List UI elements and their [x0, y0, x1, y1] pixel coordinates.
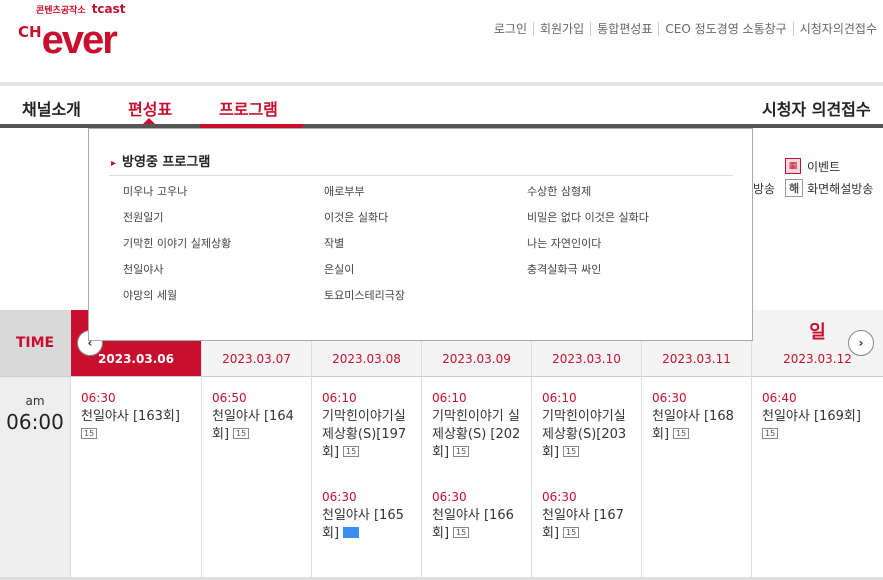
day-column: 06:40 천일야사 [169회] 15: [751, 376, 883, 580]
viewer-feedback-link[interactable]: 시청자의견접수: [792, 22, 883, 36]
age-rating-badge: 15: [81, 428, 98, 439]
next-week-button[interactable]: ›: [848, 330, 874, 356]
time-hour: 06:00: [6, 410, 64, 434]
age-rating-badge: 15: [233, 428, 250, 439]
schedule-table: TIME 2023.03.06 2023.03.07 2023.03.08 20…: [0, 310, 883, 580]
dropdown-column-1: 미우나 고우나 전원일기 기막힌 이야기 실제상황 천일야사 야망의 세월: [123, 183, 231, 313]
event-link[interactable]: ▦ 이벤트: [753, 155, 873, 177]
program-entry[interactable]: 06:30 천일야사 [166회] 15: [432, 488, 524, 543]
logo-subtitle: 콘텐츠공작소 tcast: [36, 2, 126, 16]
ceo-communication-link[interactable]: CEO 정도경영 소통창구: [658, 22, 792, 36]
integrated-schedule-link[interactable]: 통합편성표: [590, 22, 658, 36]
side-links: ▦ 이벤트 방송 해 화면해설방송: [753, 155, 873, 199]
dropdown-column-3: 수상한 삼형제 비밀은 없다 이것은 실화다 나는 자연인이다 충격실화극 싸인: [527, 183, 649, 287]
program-entry[interactable]: 06:50 천일야사 [164회] 15: [212, 389, 304, 444]
login-link[interactable]: 로그인: [488, 22, 533, 36]
age-rating-badge: 15: [563, 446, 580, 457]
broadcast-fragment: 방송: [753, 181, 776, 196]
day-column: 06:50 천일야사 [164회] 15: [201, 376, 311, 580]
day-column: 06:30 천일야사 [168회] 15: [641, 376, 751, 580]
program-entry[interactable]: 06:30 천일야사 [163회] 15: [81, 389, 199, 444]
program-entry[interactable]: 06:30 천일야사 [167회] 15: [542, 488, 634, 543]
program-link[interactable]: 토요미스테리극장: [324, 287, 405, 313]
gift-icon: ▦: [785, 158, 801, 174]
logo[interactable]: 콘텐츠공작소 tcast CHever: [0, 0, 160, 68]
nav-channel-intro[interactable]: 채널소개: [22, 96, 81, 120]
program-link[interactable]: 애로부부: [324, 183, 405, 209]
program-link[interactable]: 이것은 실화다: [324, 209, 405, 235]
day-column: 06:10 기막힌이야기실제상황(S)[197회] 15 06:30 천일야사 […: [311, 376, 421, 580]
dropdown-title: 방영중 프로그램: [111, 151, 210, 170]
utility-links: 로그인 회원가입 통합편성표 CEO 정도경영 소통창구 시청자의견접수: [488, 22, 883, 36]
nav-schedule[interactable]: 편성표: [128, 96, 172, 120]
program-link[interactable]: 야망의 세월: [123, 287, 231, 313]
program-link[interactable]: 미우나 고우나: [123, 183, 231, 209]
age-rating-badge-selected: 15: [343, 527, 360, 538]
program-link[interactable]: 비밀은 없다 이것은 실화다: [527, 209, 649, 235]
program-entry[interactable]: 06:30 천일야사 [165회] 15: [322, 488, 414, 543]
day-column: 06:10 기막힌이야기 실제상황(S) [202회] 15 06:30 천일야사…: [421, 376, 531, 580]
day-column: 06:10 기막힌이야기실제상황(S)[203회] 15 06:30 천일야사 […: [531, 376, 641, 580]
program-link[interactable]: 수상한 삼형제: [527, 183, 649, 209]
time-am: am: [25, 394, 45, 408]
dropdown-column-2: 애로부부 이것은 실화다 작별 은실이 토요미스테리극장: [324, 183, 405, 313]
program-entry[interactable]: 06:40 천일야사 [169회] 15: [762, 389, 880, 444]
program-link[interactable]: 천일야사: [123, 261, 231, 287]
signup-link[interactable]: 회원가입: [532, 22, 590, 36]
time-header: TIME: [0, 310, 70, 376]
nav-schedule-active-marker: [143, 118, 155, 124]
age-rating-badge: 15: [453, 527, 470, 538]
chevron-right-icon: ›: [858, 336, 864, 350]
dropdown-divider: [109, 175, 733, 176]
age-rating-badge: 15: [762, 428, 779, 439]
age-rating-badge: 15: [453, 446, 470, 457]
programs-dropdown: 방영중 프로그램 미우나 고우나 전원일기 기막힌 이야기 실제상황 천일야사 …: [88, 128, 753, 341]
program-entry[interactable]: 06:10 기막힌이야기 실제상황(S) [202회] 15: [432, 389, 524, 462]
program-link[interactable]: 나는 자연인이다: [527, 235, 649, 261]
screen-commentary-icon: 해: [785, 179, 804, 197]
program-link[interactable]: 작별: [324, 235, 405, 261]
program-entry[interactable]: 06:10 기막힌이야기실제상황(S)[197회] 15: [322, 389, 414, 462]
age-rating-badge: 15: [673, 428, 690, 439]
main-nav: 채널소개 편성표 프로그램 시청자 의견접수: [0, 86, 883, 128]
program-link[interactable]: 충격실화극 싸인: [527, 261, 649, 287]
screen-commentary-link[interactable]: 화면해설방송: [807, 180, 873, 197]
day-column: 06:30 천일야사 [163회] 15: [70, 376, 201, 580]
logo-wordmark: CHever: [18, 18, 118, 62]
program-entry[interactable]: 06:30 천일야사 [168회] 15: [652, 389, 744, 444]
age-rating-badge: 15: [563, 527, 580, 538]
program-entry[interactable]: 06:10 기막힌이야기실제상황(S)[203회] 15: [542, 389, 634, 462]
nav-programs[interactable]: 프로그램: [219, 96, 278, 120]
program-link[interactable]: 전원일기: [123, 209, 231, 235]
program-link[interactable]: 은실이: [324, 261, 405, 287]
program-link[interactable]: 기막힌 이야기 실제상황: [123, 235, 231, 261]
age-rating-badge: 15: [343, 446, 360, 457]
nav-viewer-feedback[interactable]: 시청자 의견접수: [762, 96, 871, 120]
